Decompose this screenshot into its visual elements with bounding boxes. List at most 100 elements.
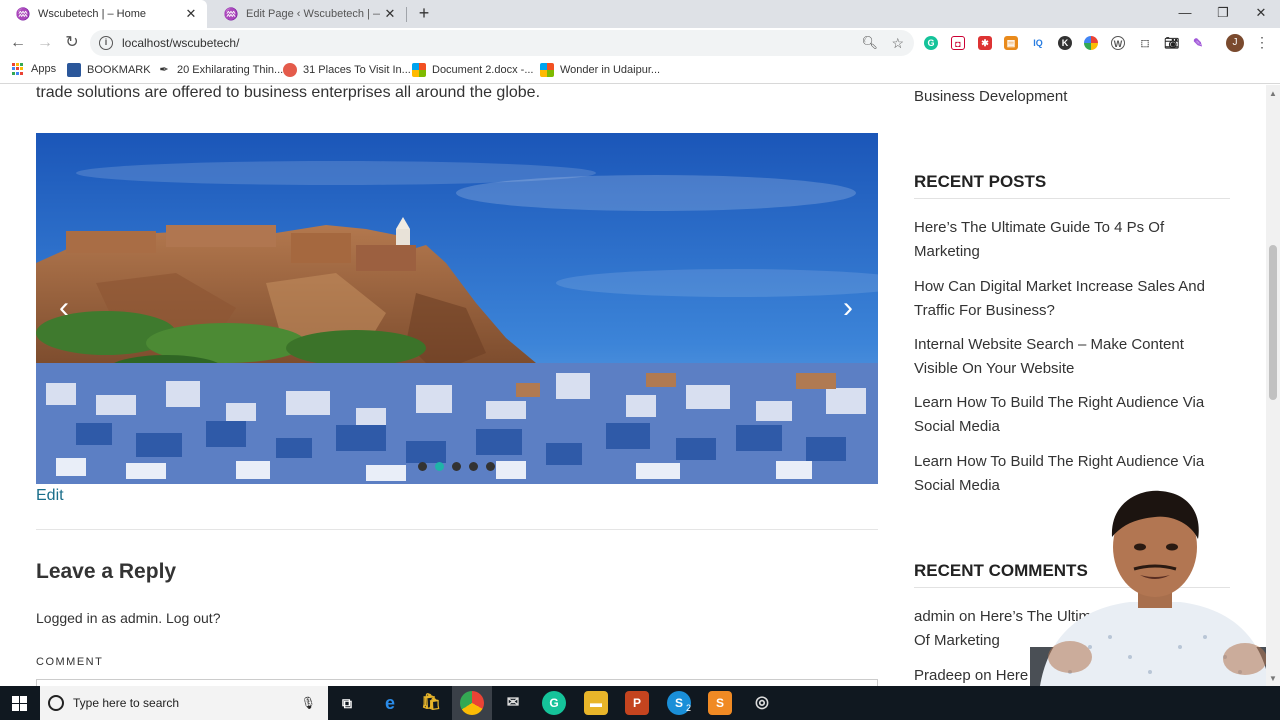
tab-separator: [406, 7, 407, 22]
slider-dots: [418, 462, 495, 471]
leave-reply-heading: Leave a Reply: [36, 560, 177, 583]
feather-icon: ✒: [157, 63, 171, 77]
scroll-down-icon[interactable]: ▼: [1269, 674, 1277, 683]
bookmark-label: 20 Exhilarating Thin...: [177, 64, 284, 76]
bookmark-label: Wonder in Udaipur...: [560, 64, 661, 76]
close-window-icon[interactable]: ✕: [1242, 0, 1280, 28]
windows-start-icon[interactable]: [12, 696, 27, 711]
grammarly-extension-icon[interactable]: G: [924, 36, 938, 50]
microphone-icon[interactable]: 🎙︎: [301, 696, 316, 710]
close-tab-icon[interactable]: ✕: [380, 6, 400, 22]
web-page: trade solutions are offered to business …: [0, 85, 1280, 686]
site-favicon-icon: ♒: [223, 7, 239, 21]
comment-label: COMMENT: [36, 656, 104, 668]
file-explorer-icon[interactable]: ▬: [584, 691, 608, 715]
bookmark-item[interactable]: Document 2.docx -...: [412, 63, 534, 77]
recent-post-link[interactable]: How Can Digital Market Increase Sales An…: [914, 275, 1224, 323]
iq-extension-icon[interactable]: IQ: [1031, 36, 1045, 50]
extension-red-icon[interactable]: ✱: [978, 36, 992, 50]
restore-icon[interactable]: ❐: [1204, 0, 1242, 28]
tab-strip: ♒ Wscubetech | – Home ✕ ♒ Edit Page ‹ Ws…: [0, 0, 1280, 28]
apps-grid-icon: [12, 63, 24, 75]
content-divider: [36, 529, 878, 530]
store-icon[interactable]: 🛍︎: [419, 691, 443, 715]
forward-icon[interactable]: →: [34, 32, 56, 54]
bookmark-label: Document 2.docx -...: [432, 64, 534, 76]
pen-extension-icon[interactable]: ✎: [1191, 36, 1205, 50]
presenter-photo: [1030, 490, 1280, 686]
wordpress-extension-icon[interactable]: W: [1111, 36, 1125, 50]
info-icon[interactable]: i: [99, 36, 113, 50]
edit-link[interactable]: Edit: [36, 487, 64, 505]
microsoft-icon: [412, 63, 426, 77]
recent-post-link[interactable]: Internal Website Search – Make Content V…: [914, 333, 1224, 381]
sidebar-category-link[interactable]: Business Development: [914, 85, 1224, 109]
slider-dot[interactable]: [486, 462, 495, 471]
chrome-icon[interactable]: [460, 691, 484, 715]
bookmark-label: 31 Places To Visit In...: [303, 64, 411, 76]
task-view-icon[interactable]: ⧉: [335, 691, 359, 715]
fort-city-photo: [36, 133, 878, 484]
logged-in-text[interactable]: Logged in as admin. Log out?: [36, 610, 220, 626]
slider-next-chevron-icon[interactable]: ›: [836, 293, 860, 323]
intro-paragraph: trade solutions are offered to business …: [36, 85, 541, 101]
comment-textarea[interactable]: [36, 679, 878, 686]
taskbar-search-box[interactable]: Type here to search 🎙︎: [40, 686, 328, 720]
reload-icon[interactable]: ↻: [61, 32, 83, 54]
tab-edit-page[interactable]: ♒ Edit Page ‹ Wscubetech | — Wor ✕: [208, 0, 406, 28]
windows-taskbar: Type here to search 🎙︎ ⧉ e 🛍︎ ✉ G ▬ P S …: [0, 686, 1280, 720]
taskbar-search-placeholder: Type here to search: [73, 696, 180, 710]
address-bar[interactable]: i localhost/wscubetech/ 🔍︎ ☆: [90, 30, 914, 56]
slider-prev-chevron-icon[interactable]: ‹: [52, 293, 76, 323]
close-tab-icon[interactable]: ✕: [181, 6, 201, 22]
recent-posts-heading: RECENT POSTS: [914, 172, 1047, 191]
camera-extension-icon[interactable]: 📷︎: [1164, 36, 1179, 50]
bookmark-item[interactable]: Wonder in Udaipur...: [540, 63, 660, 77]
tab-home[interactable]: ♒ Wscubetech | – Home ✕: [0, 0, 207, 28]
minimize-icon[interactable]: —: [1166, 0, 1204, 28]
bookmark-item[interactable]: BOOKMARK: [67, 63, 151, 77]
url-text: localhost/wscubetech/: [122, 36, 240, 50]
recent-post-link[interactable]: Here’s The Ultimate Guide To 4 Ps Of Mar…: [914, 216, 1224, 264]
image-slider[interactable]: ‹ ›: [36, 133, 878, 484]
pocket-extension-icon[interactable]: ◘: [951, 36, 965, 50]
page-scrollbar[interactable]: ▲ ▼: [1266, 85, 1280, 686]
scrollbar-thumb[interactable]: [1269, 245, 1277, 400]
extension-dark-icon[interactable]: K: [1058, 36, 1072, 50]
tab-title: Wscubetech | – Home: [38, 8, 147, 20]
extension-orange-icon[interactable]: ▤: [1004, 36, 1018, 50]
bookmark-star-icon[interactable]: ☆: [891, 35, 904, 52]
slider-dot[interactable]: [452, 462, 461, 471]
slider-dot[interactable]: [418, 462, 427, 471]
bookmark-label: Apps: [31, 63, 57, 75]
obs-icon[interactable]: ◎: [750, 691, 774, 715]
site-favicon-icon: ♒: [15, 7, 31, 21]
slider-dot[interactable]: [469, 462, 478, 471]
powerpoint-icon[interactable]: P: [625, 691, 649, 715]
bookmark-item[interactable]: ✒ 20 Exhilarating Thin...: [157, 63, 283, 77]
slider-dot-active[interactable]: [435, 462, 444, 471]
heading-rule: [914, 198, 1230, 199]
edge-icon[interactable]: e: [378, 691, 402, 715]
mail-icon[interactable]: ✉: [501, 691, 525, 715]
zoom-icon[interactable]: 🔍︎: [861, 35, 878, 51]
presenter-webcam-overlay: [1030, 477, 1280, 686]
microsoft-icon: [540, 63, 554, 77]
bookmarks-bar: Apps BOOKMARK ✒ 20 Exhilarating Thin... …: [0, 58, 1280, 84]
word-doc-icon: [67, 63, 81, 77]
cast-extension-icon[interactable]: ⬚: [1138, 36, 1152, 50]
scroll-up-icon[interactable]: ▲: [1269, 89, 1277, 98]
new-tab-icon[interactable]: +: [413, 3, 435, 25]
bookmark-apps[interactable]: Apps: [12, 63, 56, 75]
profile-avatar[interactable]: J: [1226, 34, 1244, 52]
site-circle-icon: [283, 63, 297, 77]
browser-toolbar: ← → ↻ i localhost/wscubetech/ 🔍︎ ☆ G ◘ ✱…: [0, 28, 1280, 58]
extension-color-icon[interactable]: [1084, 36, 1098, 50]
browser-menu-icon[interactable]: ⋮: [1255, 34, 1269, 51]
bookmark-item[interactable]: 31 Places To Visit In...: [283, 63, 411, 77]
grammarly-icon[interactable]: G: [542, 691, 566, 715]
back-icon[interactable]: ←: [7, 32, 29, 54]
skype-badge: 2: [686, 703, 692, 713]
recent-post-link[interactable]: Learn How To Build The Right Audience Vi…: [914, 391, 1224, 439]
sublime-text-icon[interactable]: S: [708, 691, 732, 715]
